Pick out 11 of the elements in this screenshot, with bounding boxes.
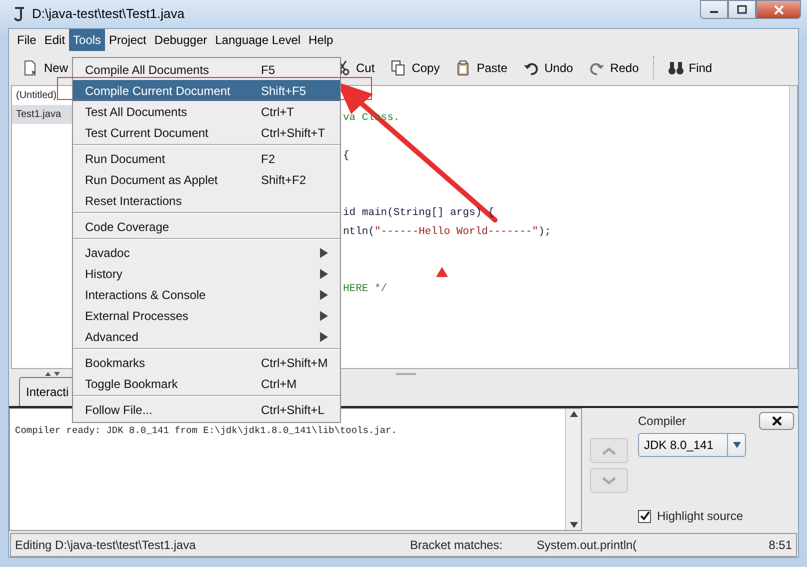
console-output: Compiler ready: JDK 8.0_141 from E:\jdk\jdk1.8.0_141\lib\tools.jar.: [15, 425, 397, 436]
compiler-label: Compiler: [638, 413, 688, 430]
status-text: System.out.println(: [536, 537, 638, 554]
checkbox-label: Highlight source: [657, 508, 744, 525]
code-line: ntln("------Hello World-------");: [343, 226, 551, 238]
code-line: {: [343, 150, 350, 162]
window-title: D:\java-test\test\Test1.java: [32, 5, 184, 24]
status-label: Bracket matches:: [410, 537, 503, 554]
code-line: HERE */: [343, 283, 388, 295]
cursor-position: 8:51: [768, 537, 792, 554]
status-text: Editing D:\java-test\test\Test1.java: [15, 537, 196, 554]
